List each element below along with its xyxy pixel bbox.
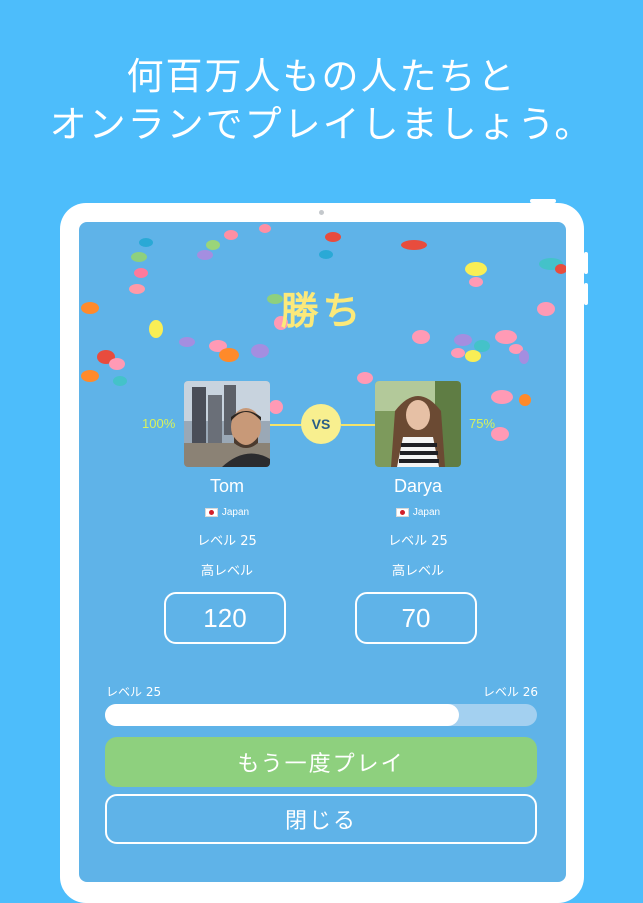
player-right-country-label: Japan xyxy=(412,507,441,518)
side-button xyxy=(584,252,588,274)
confetti-piece xyxy=(139,238,153,247)
player-left-rank: 高レベル xyxy=(200,564,253,579)
confetti-piece xyxy=(206,240,220,250)
result-title: 勝ち xyxy=(280,289,365,333)
game-result-screen: 勝ち 100% 75% VS Tom Darya Japan Japan レベル… xyxy=(79,222,566,882)
headline-line-1: 何百万人もの人たちと xyxy=(126,55,517,98)
vs-line-right xyxy=(341,424,375,426)
player-left-level: レベル 25 xyxy=(197,534,257,549)
confetti-piece xyxy=(251,344,269,358)
confetti-piece xyxy=(319,250,333,259)
player-right-percent: 75% xyxy=(469,416,496,431)
player-right-rank: 高レベル xyxy=(391,564,444,579)
confetti-piece xyxy=(219,348,239,362)
confetti-piece xyxy=(465,350,481,362)
confetti-piece xyxy=(519,350,529,364)
play-again-button[interactable]: もう一度プレイ xyxy=(105,737,537,787)
player-right-country: Japan xyxy=(348,507,488,518)
confetti-piece xyxy=(224,230,238,240)
vs-line-left xyxy=(268,424,302,426)
side-button xyxy=(584,283,588,305)
player-left-percent: 100% xyxy=(142,416,176,431)
confetti-piece xyxy=(491,390,513,404)
close-button[interactable]: 閉じる xyxy=(105,794,537,844)
player-left-score: 120 xyxy=(164,592,286,644)
confetti-piece xyxy=(465,262,487,276)
player-left-country: Japan xyxy=(157,507,297,518)
confetti-piece xyxy=(555,264,566,274)
player-right-name: Darya xyxy=(393,476,442,496)
confetti-piece xyxy=(454,334,472,346)
vs-badge: VS xyxy=(301,404,341,444)
confetti-piece xyxy=(474,340,490,352)
confetti-piece xyxy=(134,268,148,278)
level-progress-bar xyxy=(105,704,537,726)
player-left-avatar xyxy=(184,381,270,467)
confetti-piece xyxy=(131,252,147,262)
confetti-piece xyxy=(81,370,99,382)
confetti-piece xyxy=(451,348,465,358)
confetti-piece xyxy=(357,372,373,384)
headline-line-2: オンランでプレイしましょう。 xyxy=(49,103,594,146)
confetti-piece xyxy=(113,376,127,386)
top-button xyxy=(530,199,556,203)
player-right-avatar xyxy=(375,381,461,467)
player-right-level: レベル 25 xyxy=(388,534,448,549)
progress-current-level: レベル 25 xyxy=(106,685,162,699)
camera-dot xyxy=(319,210,324,215)
confetti-piece xyxy=(109,358,125,370)
confetti-piece xyxy=(325,232,341,242)
player-left-name: Tom xyxy=(209,476,244,496)
confetti-piece xyxy=(269,400,283,414)
japan-flag-icon xyxy=(204,508,218,517)
progress-next-level: レベル 26 xyxy=(482,685,538,699)
confetti-piece xyxy=(401,240,427,250)
confetti-piece xyxy=(519,394,531,406)
confetti-piece xyxy=(197,250,213,260)
level-progress-fill xyxy=(105,704,460,726)
player-left-country-label: Japan xyxy=(221,507,250,518)
player-right-score: 70 xyxy=(355,592,477,644)
confetti-piece xyxy=(179,337,195,347)
confetti-piece xyxy=(259,224,271,233)
japan-flag-icon xyxy=(395,508,409,517)
